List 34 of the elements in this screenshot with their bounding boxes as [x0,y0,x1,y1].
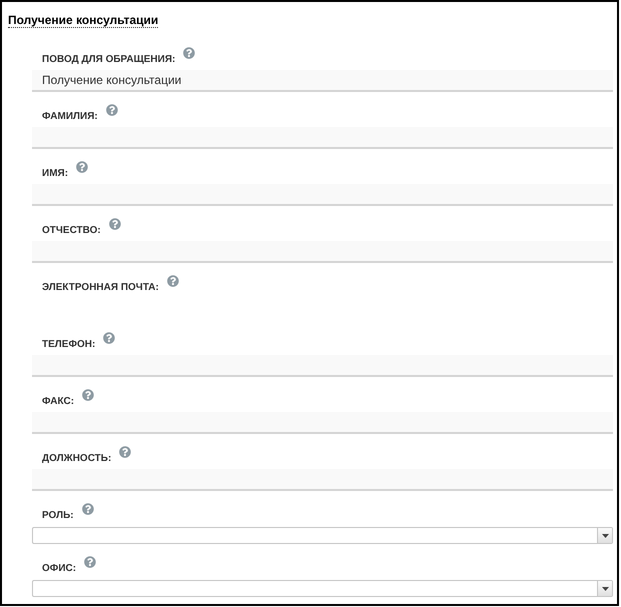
caret-down-icon [602,534,608,538]
page-title: Получение консультации [8,13,158,28]
text-field[interactable] [32,412,613,434]
help-icon[interactable] [106,104,118,116]
select-field[interactable] [32,527,613,544]
help-icon[interactable] [119,446,132,458]
text-field[interactable] [32,355,613,377]
dropdown-button[interactable] [597,528,612,543]
help-icon[interactable] [183,47,196,59]
dropdown-button[interactable] [597,581,612,596]
field-label: ФАМИЛИЯ: [42,110,98,124]
select-field[interactable] [32,580,613,597]
field-label: ТЕЛЕФОН: [42,338,96,352]
help-icon[interactable] [82,389,94,401]
text-field[interactable] [32,241,613,263]
field-label: ОТЧЕСТВО: [42,224,101,238]
text-field[interactable] [32,127,613,149]
field-label: ДОЛЖНОСТЬ: [42,452,112,466]
text-field[interactable]: Получение консультации [32,70,613,92]
help-icon[interactable] [108,218,121,230]
caret-down-icon [602,586,608,590]
text-field[interactable] [32,469,613,491]
field-label: ФАКС: [42,395,74,409]
text-field[interactable] [32,184,613,206]
help-icon[interactable] [84,556,96,568]
help-icon[interactable] [82,503,94,515]
help-icon[interactable] [166,275,179,287]
field-label: ЭЛЕКТРОННАЯ ПОЧТА: [42,281,159,295]
help-icon[interactable] [76,161,88,173]
field-label: ПОВОД ДЛЯ ОБРАЩЕНИЯ: [42,53,176,67]
field-label: РОЛЬ: [42,509,74,523]
field-label: ОФИС: [42,562,76,576]
help-icon[interactable] [103,332,116,344]
field-label: ИМЯ: [42,167,68,181]
